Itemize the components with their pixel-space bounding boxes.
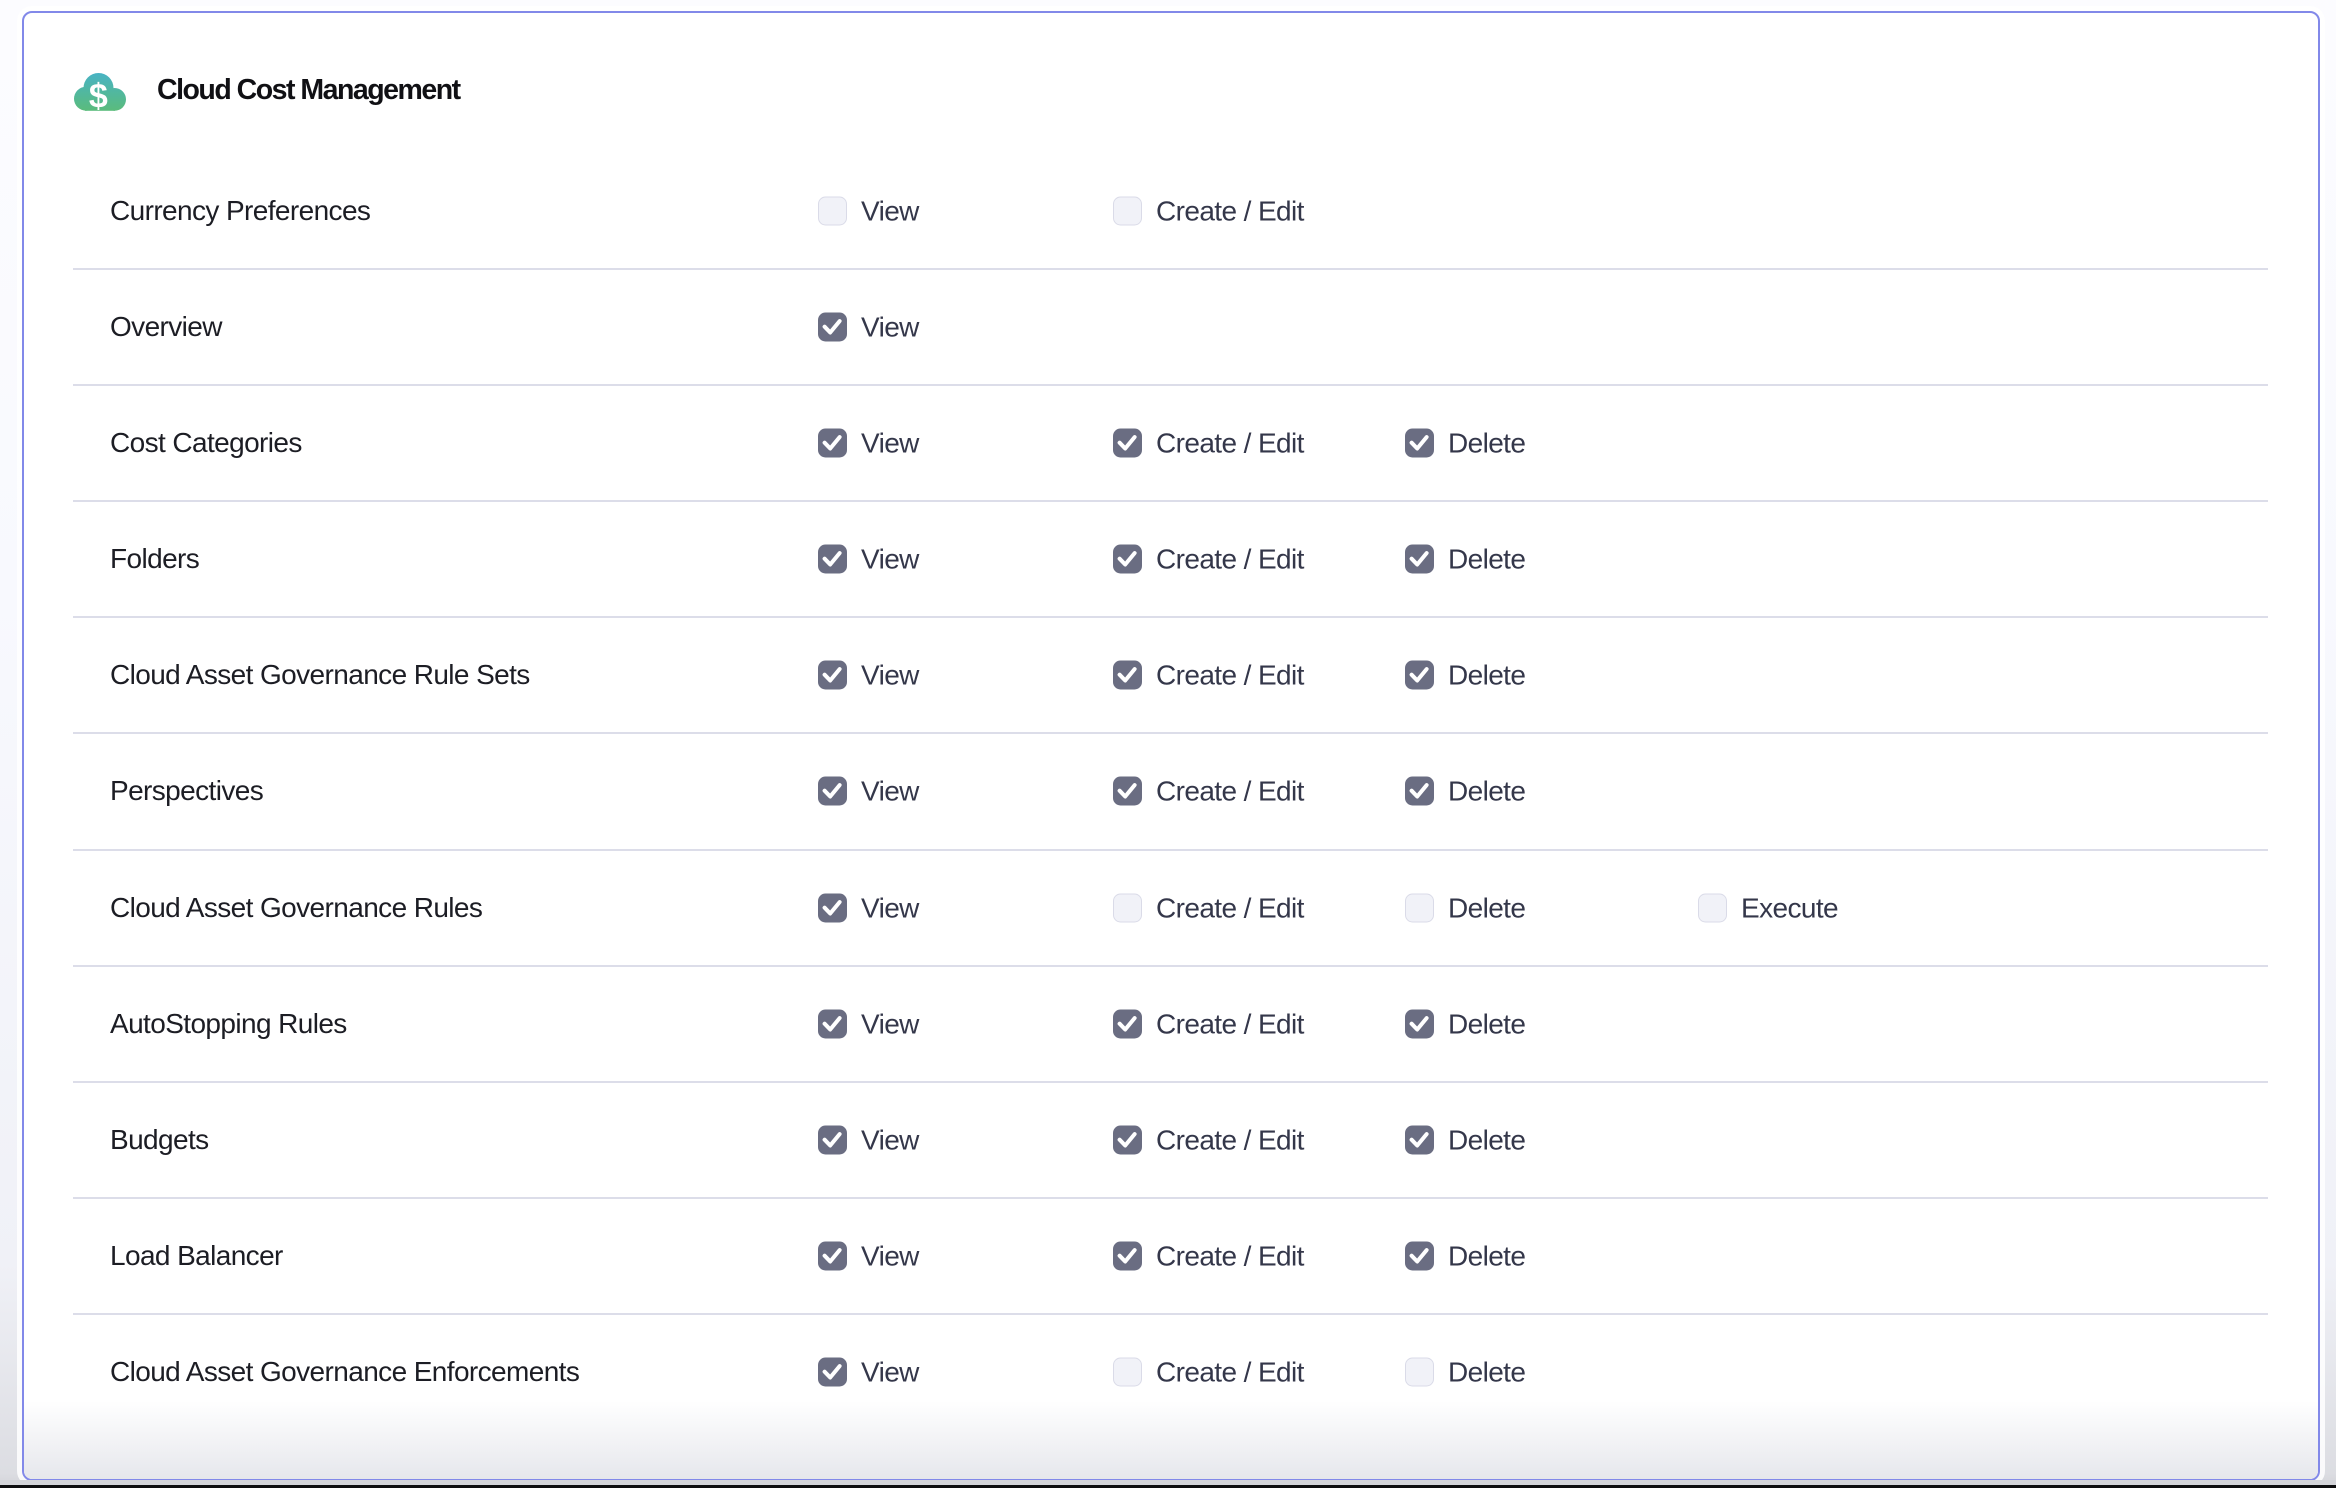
svg-text:$: $ [89,77,108,112]
